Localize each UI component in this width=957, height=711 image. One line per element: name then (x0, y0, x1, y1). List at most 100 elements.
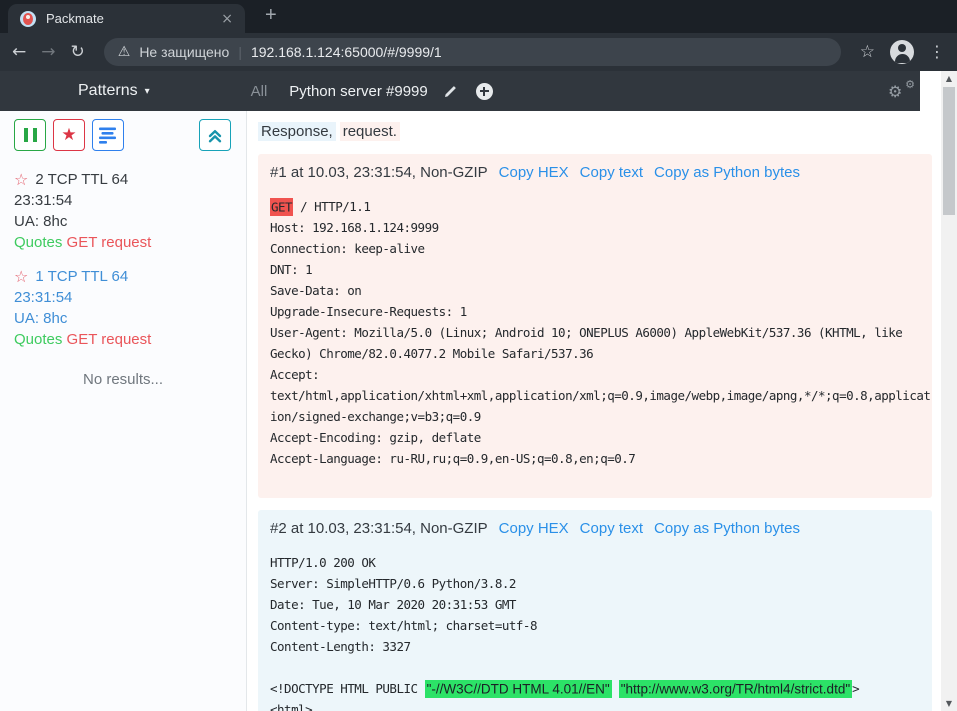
chevrons-up-icon (208, 128, 222, 143)
copy-python-link[interactable]: Copy as Python bytes (654, 518, 800, 539)
copy-text-link[interactable]: Copy text (580, 162, 643, 183)
gear-small-icon: ⚙ (905, 78, 915, 91)
code-text: Accept: (270, 367, 319, 382)
scroll-thumb[interactable] (943, 87, 955, 215)
tab-all-streams[interactable]: All (251, 83, 268, 100)
code-line: GET / HTTP/1.1 (270, 196, 920, 217)
code-line: ion/signed-exchange;v=b3;q=0.9 (270, 406, 920, 427)
back-icon[interactable]: ← (12, 44, 26, 61)
code-text: Accept-Language: ru-RU,ru;q=0.9,en-US;q=… (270, 451, 635, 466)
highlight-red: GET (270, 198, 293, 216)
forward-icon[interactable]: → (41, 44, 55, 61)
stream-tags: Quotes GET request (14, 329, 240, 350)
align-left-icon (99, 127, 117, 144)
code-text: Content-type: text/html; charset=utf-8 (270, 618, 537, 633)
tag-quotes: Quotes (14, 234, 62, 251)
close-tab-icon[interactable]: × (217, 11, 237, 27)
code-text: Gecko) Chrome/82.0.4077.2 Mobile Safari/… (270, 346, 593, 361)
address-bar[interactable]: ⚠ Не защищено | 192.168.1.124:65000/#/99… (104, 38, 841, 66)
stream-time: 23:31:54 (14, 190, 240, 211)
copy-text-link[interactable]: Copy text (580, 518, 643, 539)
packet-body: HTTP/1.0 200 OK Server: SimpleHTTP/0.6 Py… (270, 552, 920, 711)
url-divider: | (238, 44, 242, 60)
code-text: Content-Length: 3327 (270, 639, 411, 654)
security-label[interactable]: Не защищено (139, 44, 229, 60)
code-line: <html> (270, 699, 920, 711)
favorite-star-icon[interactable]: ☆ (14, 172, 28, 188)
code-text: > (852, 681, 859, 696)
caret-down-icon: ▾ (145, 86, 150, 97)
packet-card-response: #2 at 10.03, 23:31:54, Non-GZIP Copy HEX… (258, 510, 932, 711)
tab-service-name[interactable]: Python server #9999 (289, 83, 427, 100)
packet-card-request: #1 at 10.03, 23:31:54, Non-GZIP Copy HEX… (258, 154, 932, 498)
scroll-up-arrow[interactable]: ▲ (941, 71, 957, 86)
code-text: / HTTP/1.1 (293, 199, 370, 214)
stream-list-item[interactable]: ☆ 2 TCP TTL 64 23:31:54 UA: 8hc Quotes G… (14, 169, 240, 253)
browser-toolbar: ← → ↻ ⚠ Не защищено | 192.168.1.124:6500… (0, 33, 957, 71)
code-line: Server: SimpleHTTP/0.6 Python/3.8.2 (270, 573, 920, 594)
not-secure-warning-icon[interactable]: ⚠ (118, 44, 131, 60)
scroll-down-arrow[interactable]: ▼ (941, 696, 957, 711)
packet-body: GET / HTTP/1.1Host: 192.168.1.124:9999Co… (270, 196, 920, 490)
add-service-icon[interactable] (476, 83, 493, 100)
profile-avatar-icon[interactable] (890, 40, 914, 64)
sidebar-toolbar: ★ (14, 119, 231, 151)
code-line: HTTP/1.0 200 OK (270, 552, 920, 573)
patterns-label: Patterns (78, 82, 138, 100)
code-text: User-Agent: Mozilla/5.0 (Linux; Android … (270, 325, 902, 340)
stream-time: 23:31:54 (14, 287, 240, 308)
bookmark-star-icon[interactable]: ☆ (860, 44, 875, 61)
browser-tab[interactable]: Packmate × (8, 4, 245, 33)
code-text: Upgrade-Insecure-Requests: 1 (270, 304, 467, 319)
code-text: Date: Tue, 10 Mar 2020 20:31:53 GMT (270, 597, 516, 612)
code-text: <html> (270, 702, 312, 711)
favorites-filter-button[interactable]: ★ (53, 119, 85, 151)
tab-title: Packmate (46, 11, 217, 26)
packet-header: #1 at 10.03, 23:31:54, Non-GZIP Copy HEX… (270, 162, 920, 183)
pause-button[interactable] (14, 119, 46, 151)
stream-title: 1 TCP TTL 64 (35, 266, 128, 287)
highlight-green: "http://www.w3.org/TR/html4/strict.dtd" (619, 680, 852, 698)
copy-hex-link[interactable]: Copy HEX (499, 162, 569, 183)
url-text[interactable]: 192.168.1.124:65000/#/9999/1 (251, 44, 442, 60)
browser-tab-bar: Packmate × + (0, 0, 957, 33)
browser-menu-icon[interactable]: ⋮ (929, 44, 945, 60)
text-filter-button[interactable] (92, 119, 124, 151)
summary-request: request. (340, 122, 400, 141)
code-line: Content-type: text/html; charset=utf-8 (270, 615, 920, 636)
stream-list-item[interactable]: ☆ 1 TCP TTL 64 23:31:54 UA: 8hc Quotes G… (14, 266, 240, 350)
code-line: <!DOCTYPE HTML PUBLIC "-//W3C//DTD HTML … (270, 678, 920, 699)
code-text: ion/signed-exchange;v=b3;q=0.9 (270, 409, 481, 424)
highlight-green: "-//W3C//DTD HTML 4.01//EN" (425, 680, 612, 698)
favorite-star-icon[interactable]: ☆ (14, 269, 28, 285)
code-line: Date: Tue, 10 Mar 2020 20:31:53 GMT (270, 594, 920, 615)
code-line: Accept-Encoding: gzip, deflate (270, 427, 920, 448)
summary-response: Response, (258, 122, 336, 141)
code-text: HTTP/1.0 200 OK (270, 555, 375, 570)
stream-title: 2 TCP TTL 64 (35, 169, 128, 190)
pause-icon (24, 128, 37, 142)
code-text: Server: SimpleHTTP/0.6 Python/3.8.2 (270, 576, 516, 591)
packet-header: #2 at 10.03, 23:31:54, Non-GZIP Copy HEX… (270, 518, 920, 539)
page-scrollbar[interactable]: ▲ ▼ (941, 71, 957, 711)
code-text (612, 681, 619, 696)
code-text: Accept-Encoding: gzip, deflate (270, 430, 481, 445)
workspace: ★ ☆ 2 TCP TTL 64 (0, 111, 941, 711)
code-text: Connection: keep-alive (270, 241, 425, 256)
patterns-dropdown[interactable]: Patterns ▾ (78, 82, 150, 100)
collapse-button[interactable] (199, 119, 231, 151)
edit-pencil-icon[interactable] (443, 84, 458, 99)
tag-get-request: GET request (67, 234, 152, 251)
tag-get-request: GET request (67, 331, 152, 348)
code-line (270, 469, 920, 490)
copy-hex-link[interactable]: Copy HEX (499, 518, 569, 539)
reload-icon[interactable]: ↻ (71, 44, 85, 61)
stream-sidebar: ★ ☆ 2 TCP TTL 64 (0, 111, 247, 711)
stream-ua: UA: 8hc (14, 308, 240, 329)
star-icon: ★ (61, 125, 76, 145)
code-text: DNT: 1 (270, 262, 312, 277)
filter-summary: Response,request. (258, 122, 941, 142)
new-tab-button[interactable]: + (257, 2, 285, 29)
copy-python-link[interactable]: Copy as Python bytes (654, 162, 800, 183)
settings-gears-icon[interactable]: ⚙ ⚙ (888, 78, 916, 104)
